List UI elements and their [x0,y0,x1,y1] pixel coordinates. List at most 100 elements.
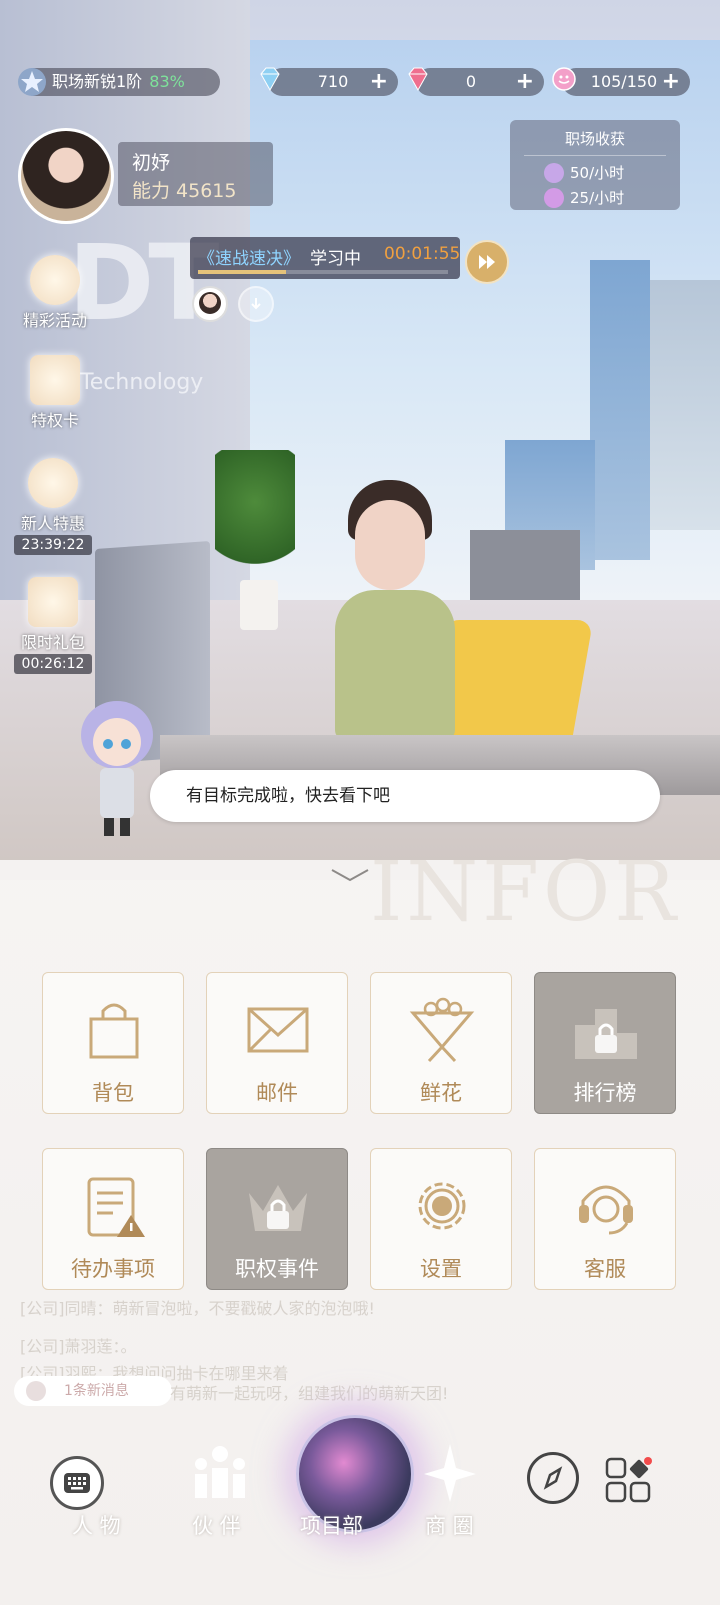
bag-label: 背包 [92,1081,134,1105]
mail-label: 邮件 [256,1081,298,1105]
bouquet-icon [409,997,475,1063]
partners-icon[interactable] [185,1438,255,1508]
new-message-button[interactable]: 1条新消息 [14,1376,172,1406]
fast-forward-icon [479,255,495,269]
add-stamina-button[interactable]: + [662,68,680,96]
harvest-gem-icon [544,162,564,183]
ranking-button[interactable]: 排行榜 [534,972,676,1114]
player-ability: 能力 45615 [132,180,237,202]
harvest-title: 职场收获 [564,130,625,148]
character-body[interactable] [335,590,455,740]
stamina-bar[interactable]: 105/150 + [552,67,690,96]
harvest-rate-2: 25/小时 [544,187,680,208]
city-building [650,280,720,530]
chat-line: [公司]萧羽莲：。 [20,1337,137,1356]
limited-gift-button[interactable]: 限时礼包 00:26:12 [8,577,98,674]
panel-watermark: INFOR [370,845,681,940]
harvest-heart-icon [544,187,564,208]
workplace-harvest-panel[interactable]: 职场收获 50/小时 25/小时 [510,120,680,210]
chat-line: [公司]同晴：萌新冒泡啦，不要戳破人家的泡泡哦! [20,1299,375,1318]
add-red-diamond-button[interactable]: + [516,68,534,96]
events-button[interactable]: 精彩活动 [10,255,100,331]
rank-bar[interactable]: 职场新锐1阶 83% [18,68,220,96]
compass-icon [543,1466,563,1490]
add-blue-diamond-button[interactable]: + [370,68,388,96]
settings-label: 设置 [420,1257,462,1281]
stamina-count: 105/150 [590,72,658,91]
red-diamond-bar[interactable]: 0 + [408,67,544,96]
flowers-button[interactable]: 鲜花 [370,972,512,1114]
blue-diamond-icon [260,67,280,92]
mail-button[interactable]: 邮件 [206,972,348,1114]
assistant-message: 有目标完成啦，快去看下吧 [186,786,390,806]
gift-box-icon [28,577,78,627]
download-button[interactable] [238,286,274,322]
study-progress-fill [198,270,286,274]
privilege-card-button[interactable]: 特权卡 [10,355,100,431]
more-menu-button[interactable] [604,1456,654,1506]
mail-icon [247,1007,309,1053]
newbie-timer: 23:39:22 [13,535,93,555]
printer [470,530,580,600]
blue-diamond-count: 710 [317,72,349,91]
rank-percent: 83% [149,72,185,91]
avatar-image [21,131,111,221]
study-progress-bar[interactable]: 《速战速决》 学习中 00:01:55 [190,237,460,279]
nav-partners[interactable]: 伙 伴 [192,1510,241,1540]
character-head[interactable] [355,500,425,590]
message-icon [26,1381,46,1401]
download-icon [251,298,261,310]
assistant-chibi[interactable] [72,690,162,850]
gift-label: 限时礼包 [20,633,85,652]
clipboard-warning-icon [87,1177,145,1237]
podium-icon [575,1009,637,1059]
nav-project[interactable]: 项目部 [300,1510,363,1540]
study-timer: 00:01:55 [384,244,461,264]
bag-icon [89,1003,139,1059]
collapse-chevron-icon[interactable] [330,868,370,882]
divider [524,155,666,156]
flowers-label: 鲜花 [420,1081,462,1105]
profile-card[interactable]: 初妤 能力 45615 [118,142,273,206]
shopping-bag-icon [28,458,78,508]
compass-button[interactable] [527,1452,579,1504]
events-label: 精彩活动 [22,311,87,330]
keyboard-icon [64,1473,90,1493]
ranking-label: 排行榜 [573,1081,637,1105]
gift-timer: 00:26:12 [13,654,93,674]
study-progress-track [198,270,448,274]
harvest-rate-1-text: 50/小时 [570,164,625,182]
authority-label: 职权事件 [235,1257,319,1281]
gear-icon [418,1182,466,1230]
privilege-card-icon [30,355,80,405]
todo-button[interactable]: 待办事项 [42,1148,184,1290]
player-avatar[interactable] [18,128,114,224]
privilege-label: 特权卡 [30,411,79,430]
chat-line: 有萌新一起玩呀，组建我们的萌新天团! [170,1384,449,1403]
office-plant [215,450,295,580]
harvest-rate-1: 50/小时 [544,162,680,183]
keyboard-button[interactable] [50,1456,104,1510]
hot-air-balloon-icon [30,255,80,305]
authority-events-button[interactable]: 职权事件 [206,1148,348,1290]
rank-star-icon [18,68,46,96]
nav-business[interactable]: 商 圈 [425,1510,474,1540]
blue-diamond-bar[interactable]: 710 + [260,67,398,96]
rank-label: 职场新锐1阶 [52,72,143,91]
new-message-label: 1条新消息 [64,1383,129,1399]
assistant-message-bubble[interactable]: 有目标完成啦，快去看下吧 [150,770,660,822]
newbie-offer-button[interactable]: 新人特惠 23:39:22 [8,458,98,555]
plant-pot [240,580,278,630]
settings-button[interactable]: 设置 [370,1148,512,1290]
bag-button[interactable]: 背包 [42,972,184,1114]
nav-people[interactable]: 人 物 [72,1510,121,1540]
business-icon[interactable] [420,1440,480,1506]
customer-service-button[interactable]: 客服 [534,1148,676,1290]
crown-icon [249,1185,307,1231]
speed-up-button[interactable] [465,240,509,284]
stamina-icon [552,67,576,91]
companion-avatar[interactable] [192,286,228,322]
harvest-rate-2-text: 25/小时 [570,189,625,207]
study-status: 学习中 [310,249,361,269]
service-label: 客服 [584,1257,626,1281]
